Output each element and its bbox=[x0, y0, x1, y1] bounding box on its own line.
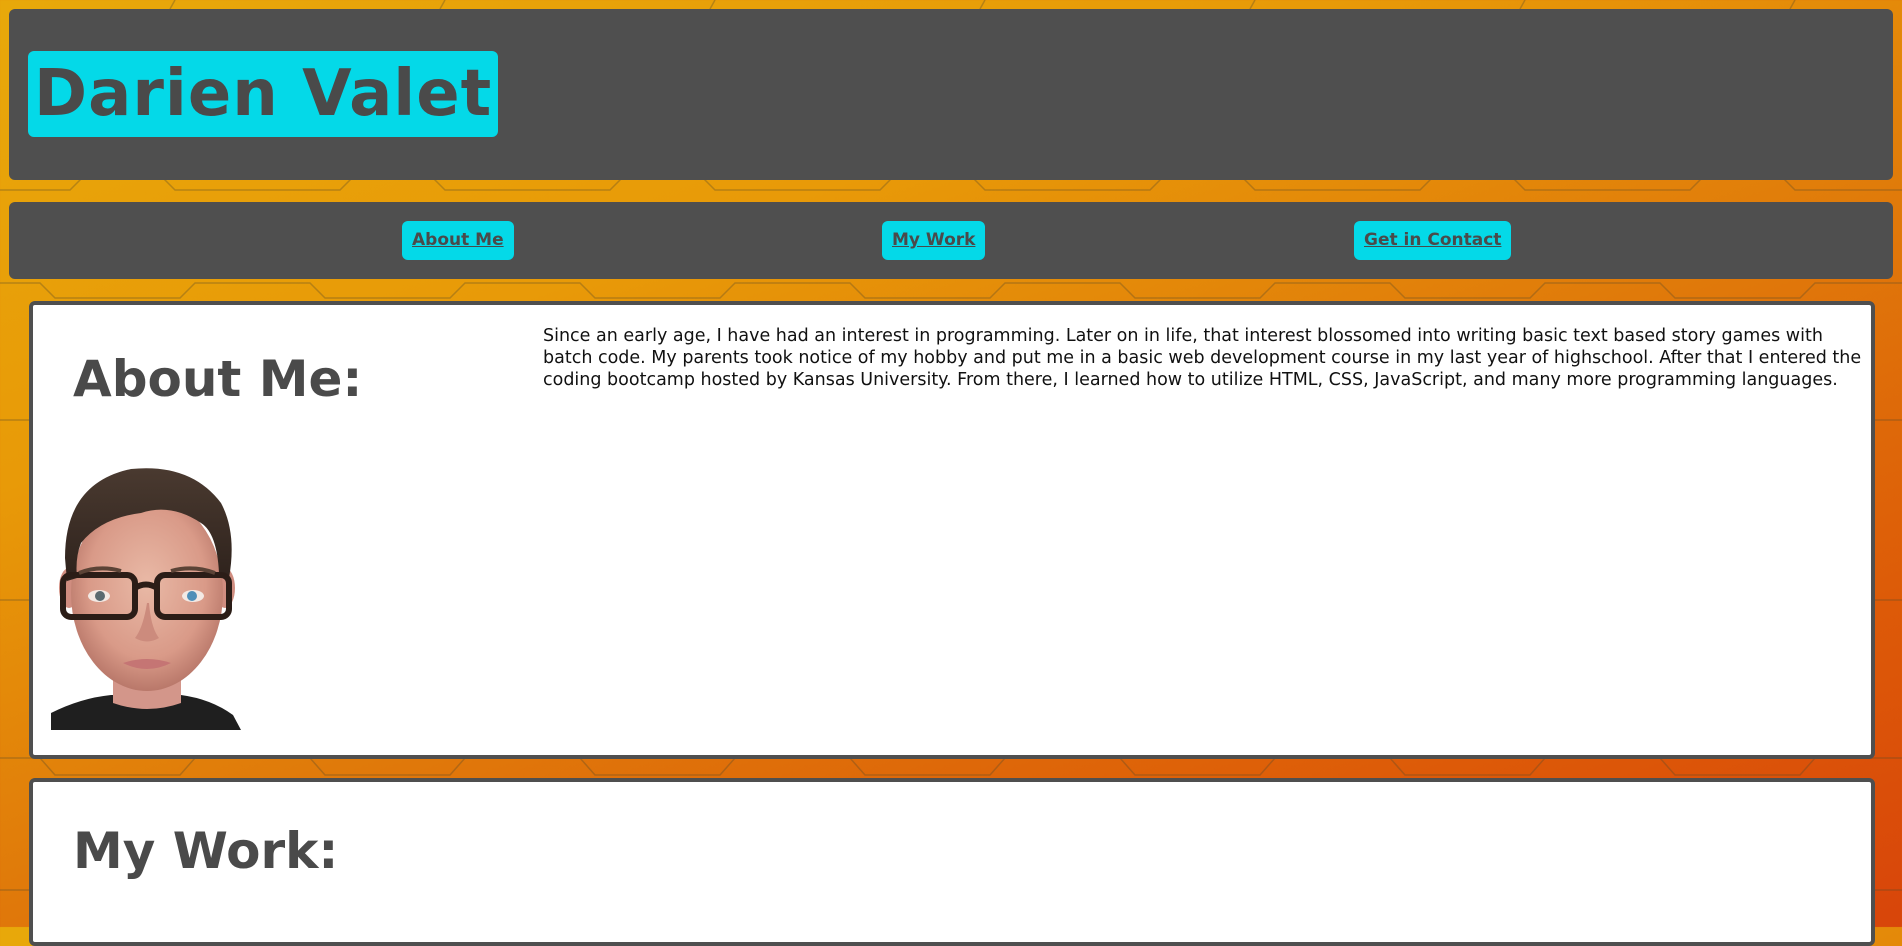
my-work-heading: My Work: bbox=[73, 822, 339, 880]
nav-link-get-in-contact[interactable]: Get in Contact bbox=[1354, 221, 1512, 260]
about-me-section: About Me: Since an early age, I have had… bbox=[29, 301, 1875, 759]
about-me-text: Since an early age, I have had an intere… bbox=[543, 326, 1862, 390]
nav-link-my-work[interactable]: My Work bbox=[882, 221, 986, 260]
profile-photo bbox=[51, 463, 241, 730]
nav-link-about-me[interactable]: About Me bbox=[402, 221, 514, 260]
main-navigation: About Me My Work Get in Contact bbox=[9, 202, 1893, 279]
my-work-section: My Work: bbox=[29, 778, 1875, 946]
site-header: Darien Valet bbox=[9, 9, 1893, 180]
site-title: Darien Valet bbox=[28, 51, 499, 137]
about-me-heading: About Me: bbox=[73, 350, 363, 408]
